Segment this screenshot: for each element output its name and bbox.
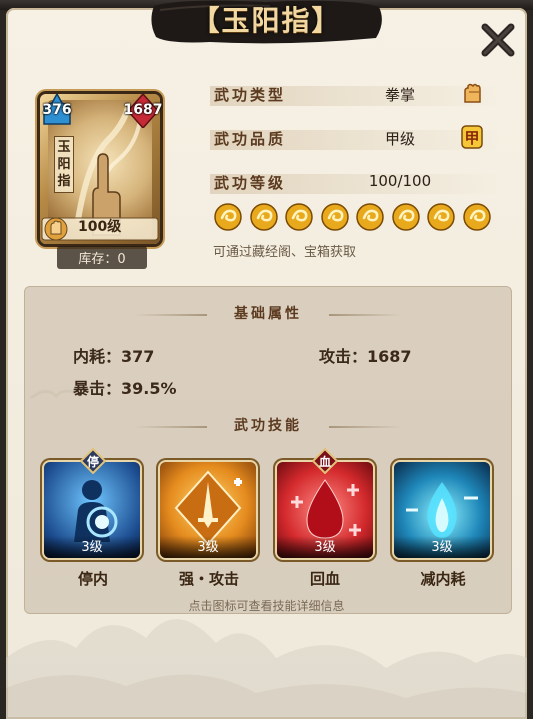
grade-label: 武功品质: [214, 130, 287, 148]
stat-attack: 攻击：1687: [319, 347, 412, 366]
level-coin-icon: [356, 203, 384, 231]
skill-card[interactable]: 玉阳指 376 1687 100级: [40, 94, 162, 244]
stop-tag-text: 停: [86, 455, 99, 469]
type-label: 武功类型: [214, 86, 287, 104]
card-level: 100级: [78, 219, 122, 235]
skill-level: 3级: [160, 536, 256, 558]
skill-name-reduce-cost: 减内耗: [420, 570, 466, 588]
close-button[interactable]: [478, 20, 518, 60]
level-coin-icon: [391, 203, 420, 231]
type-value: 拳掌: [384, 86, 415, 104]
level-coin-icon: [427, 203, 455, 231]
skill-name-attack-up: 强・攻击: [178, 570, 239, 588]
left-gem-value: 376: [42, 102, 72, 118]
acquire-hint: 可通过藏经阁、宝箱获取: [213, 245, 357, 260]
skills-title: 武功技能: [234, 418, 302, 434]
attributes-title: 基础属性: [234, 306, 302, 322]
level-coin-icon: [285, 203, 313, 231]
level-coin-icon: [214, 203, 242, 231]
right-gem-value: 1687: [123, 102, 163, 118]
skill-attack-up[interactable]: 3级: [160, 462, 258, 562]
skill-detail-screen: 【玉阳指】 玉阳指 376 1687 100级 库存：0 武功类型 拳掌 武功品…: [0, 0, 533, 719]
skill-reduce-cost[interactable]: 3级: [394, 462, 492, 562]
skill-level: 3级: [277, 536, 373, 558]
blood-tag-text: 血: [318, 455, 331, 469]
stat-crit: 暴击：39.5%: [73, 379, 177, 398]
attributes-header: 基础属性: [25, 303, 511, 327]
info-row-level: 武功等级 100/100: [210, 168, 500, 198]
skills-header: 武功技能: [25, 415, 511, 439]
skill-detail-hint: 点击图标可查看技能详细信息: [188, 599, 345, 613]
card-name: 玉阳指: [54, 136, 74, 193]
stock-count: 库存：0: [57, 246, 147, 269]
level-coin-icon: [462, 203, 491, 231]
skill-name-stop-internal: 停内: [77, 570, 108, 588]
grade-a-icon: 甲: [461, 125, 483, 149]
info-row-grade: 武功品质 甲级 甲: [210, 124, 500, 154]
svg-text:甲: 甲: [464, 129, 479, 147]
page-title: 【玉阳指】: [191, 4, 342, 37]
level-label: 武功等级: [214, 174, 287, 192]
level-value: 100/100: [368, 172, 432, 190]
level-coin-icon: [249, 203, 278, 231]
skill-level: 3级: [394, 536, 490, 558]
grade-value: 甲级: [384, 130, 415, 148]
level-coin-icon: [320, 203, 349, 231]
skill-name-heal-blood: 回血: [309, 570, 340, 588]
fist-icon: [464, 83, 481, 103]
stat-internal-cost: 内耗：377: [73, 347, 155, 366]
info-row-type: 武功类型 拳掌: [210, 80, 500, 110]
close-icon: [481, 23, 515, 57]
skill-level: 3级: [44, 536, 140, 558]
skill-heal-blood[interactable]: 3级: [277, 462, 375, 562]
skill-stop-internal[interactable]: 3级: [44, 462, 142, 562]
